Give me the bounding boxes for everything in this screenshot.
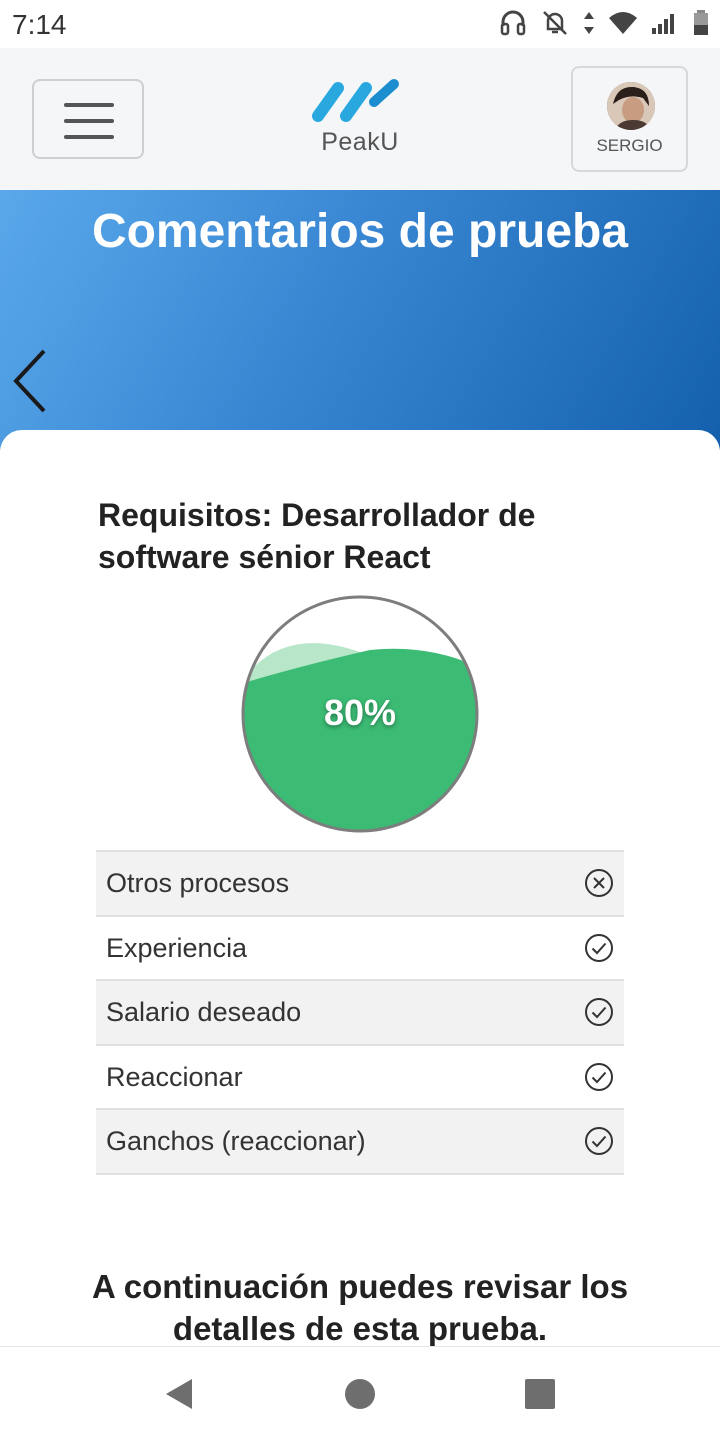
page-title: Comentarios de prueba bbox=[91, 205, 629, 258]
nav-recents-button[interactable] bbox=[523, 1377, 557, 1411]
nav-home-button[interactable] bbox=[343, 1377, 377, 1411]
checklist-label: Salario deseado bbox=[106, 997, 302, 1027]
logo-text: PeakU bbox=[321, 128, 399, 156]
checklist-row: Experiencia bbox=[96, 917, 624, 981]
peaku-logo[interactable]: PeakU bbox=[310, 76, 410, 156]
results-card: Requisitos: Desarrollador de software sé… bbox=[0, 430, 720, 1347]
signal-icon bbox=[650, 8, 680, 38]
notifications-off-icon bbox=[540, 8, 570, 38]
requirements-checklist: Otros procesos Experiencia Salario desea… bbox=[96, 850, 624, 1175]
triangle-back-icon bbox=[166, 1379, 192, 1409]
checklist-label: Reaccionar bbox=[106, 1061, 243, 1092]
checklist-row: Ganchos (reaccionar) bbox=[96, 1110, 624, 1175]
requirements-title: Requisitos: Desarrollador de software sé… bbox=[98, 497, 536, 575]
checklist-row: Otros procesos bbox=[96, 852, 624, 917]
cancel-circle-icon bbox=[584, 868, 614, 898]
nav-back-button[interactable] bbox=[162, 1377, 196, 1411]
menu-line-3 bbox=[64, 135, 114, 139]
status-icons bbox=[498, 8, 710, 38]
data-arrows-icon bbox=[582, 8, 596, 38]
battery-icon bbox=[692, 8, 710, 38]
details-heading: A continuación puedes revisar los detall… bbox=[91, 1268, 629, 1347]
peaku-logo-icon bbox=[312, 79, 399, 122]
checklist-label: Ganchos (reaccionar) bbox=[106, 1126, 366, 1156]
status-bar: 7:14 bbox=[0, 0, 720, 48]
headphones-icon bbox=[498, 8, 528, 38]
app-header: PeakU SERGIO bbox=[0, 48, 720, 190]
circle-home-icon bbox=[345, 1379, 375, 1409]
check-circle-icon bbox=[584, 1062, 614, 1092]
user-name: SERGIO bbox=[596, 136, 663, 155]
hamburger-menu-button[interactable] bbox=[32, 79, 144, 159]
status-time: 7:14 bbox=[12, 9, 67, 40]
check-circle-icon bbox=[584, 1126, 614, 1156]
user-profile-button[interactable]: SERGIO bbox=[571, 66, 688, 172]
square-recents-icon bbox=[525, 1379, 555, 1409]
checklist-row: Reaccionar bbox=[96, 1046, 624, 1110]
back-button[interactable] bbox=[10, 348, 54, 414]
check-circle-icon bbox=[584, 997, 614, 1027]
check-circle-icon bbox=[584, 933, 614, 963]
menu-line-1 bbox=[64, 103, 114, 107]
system-nav-bar bbox=[0, 1346, 720, 1440]
checklist-label: Otros procesos bbox=[106, 868, 290, 898]
hero-banner: Comentarios de prueba bbox=[0, 190, 720, 450]
wifi-icon bbox=[608, 8, 638, 38]
menu-line-2 bbox=[64, 119, 114, 123]
checklist-row: Salario deseado bbox=[96, 981, 624, 1046]
score-gauge: 80% bbox=[240, 594, 480, 834]
chevron-left-icon bbox=[13, 349, 46, 413]
avatar bbox=[607, 82, 655, 130]
checklist-label: Experiencia bbox=[106, 932, 248, 963]
score-percentage: 80% bbox=[323, 692, 397, 733]
